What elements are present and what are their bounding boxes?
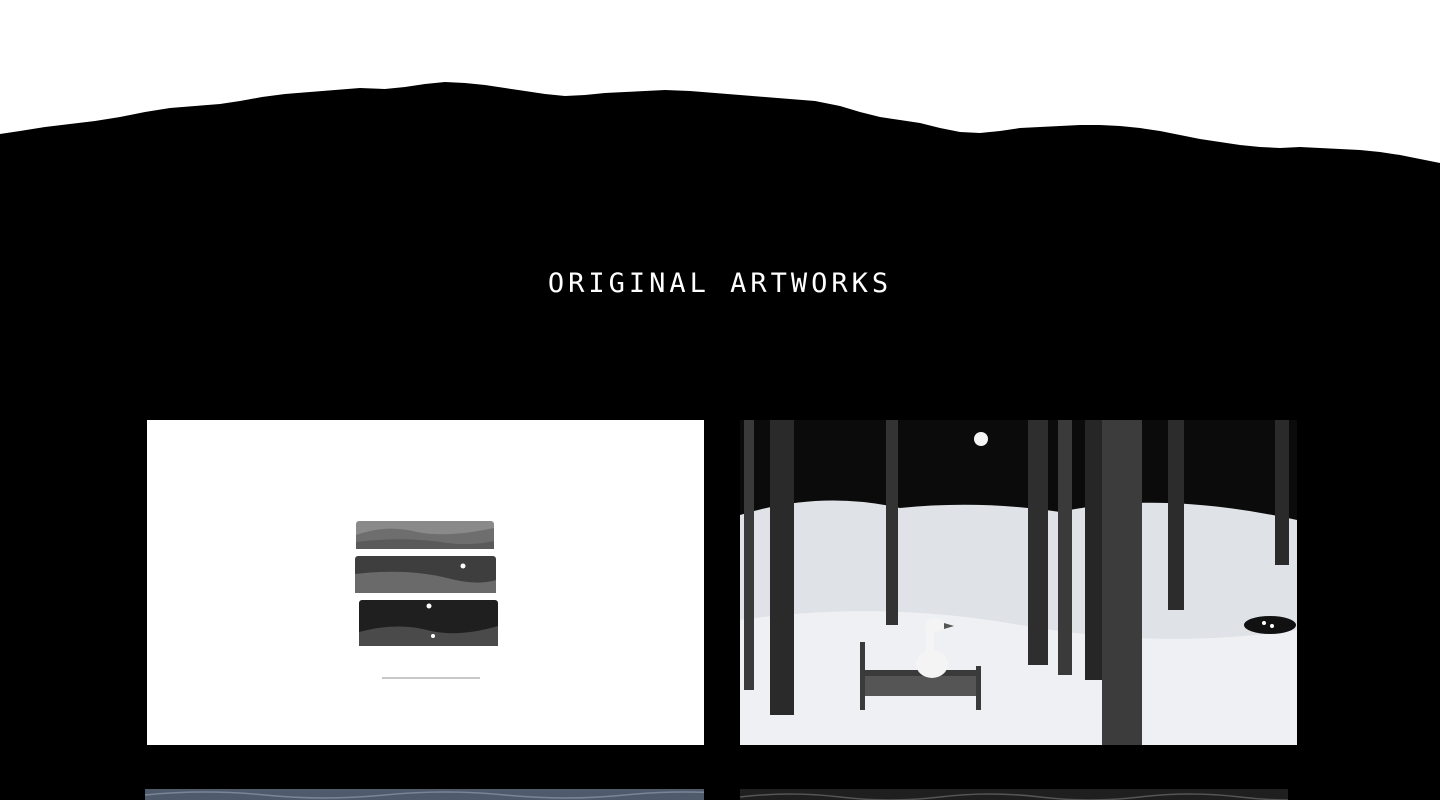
page: ORIGINAL ARTWORKS [0, 0, 1440, 800]
gallery-card-snowy-forest-goose[interactable] [740, 420, 1297, 745]
section-title: ORIGINAL ARTWORKS [547, 268, 893, 299]
artwork-blue-pattern-image [145, 789, 704, 800]
artwork-snowy-forest-goose-image [740, 420, 1297, 745]
gallery-card-dark-pattern[interactable] [740, 789, 1288, 800]
artwork-landscape-strips-image [147, 420, 704, 745]
artwork-dark-pattern-image [740, 789, 1288, 800]
moon-icon [974, 432, 988, 446]
gallery-card-blue-pattern[interactable] [145, 789, 704, 800]
gallery-card-landscape-strips[interactable] [147, 420, 704, 745]
